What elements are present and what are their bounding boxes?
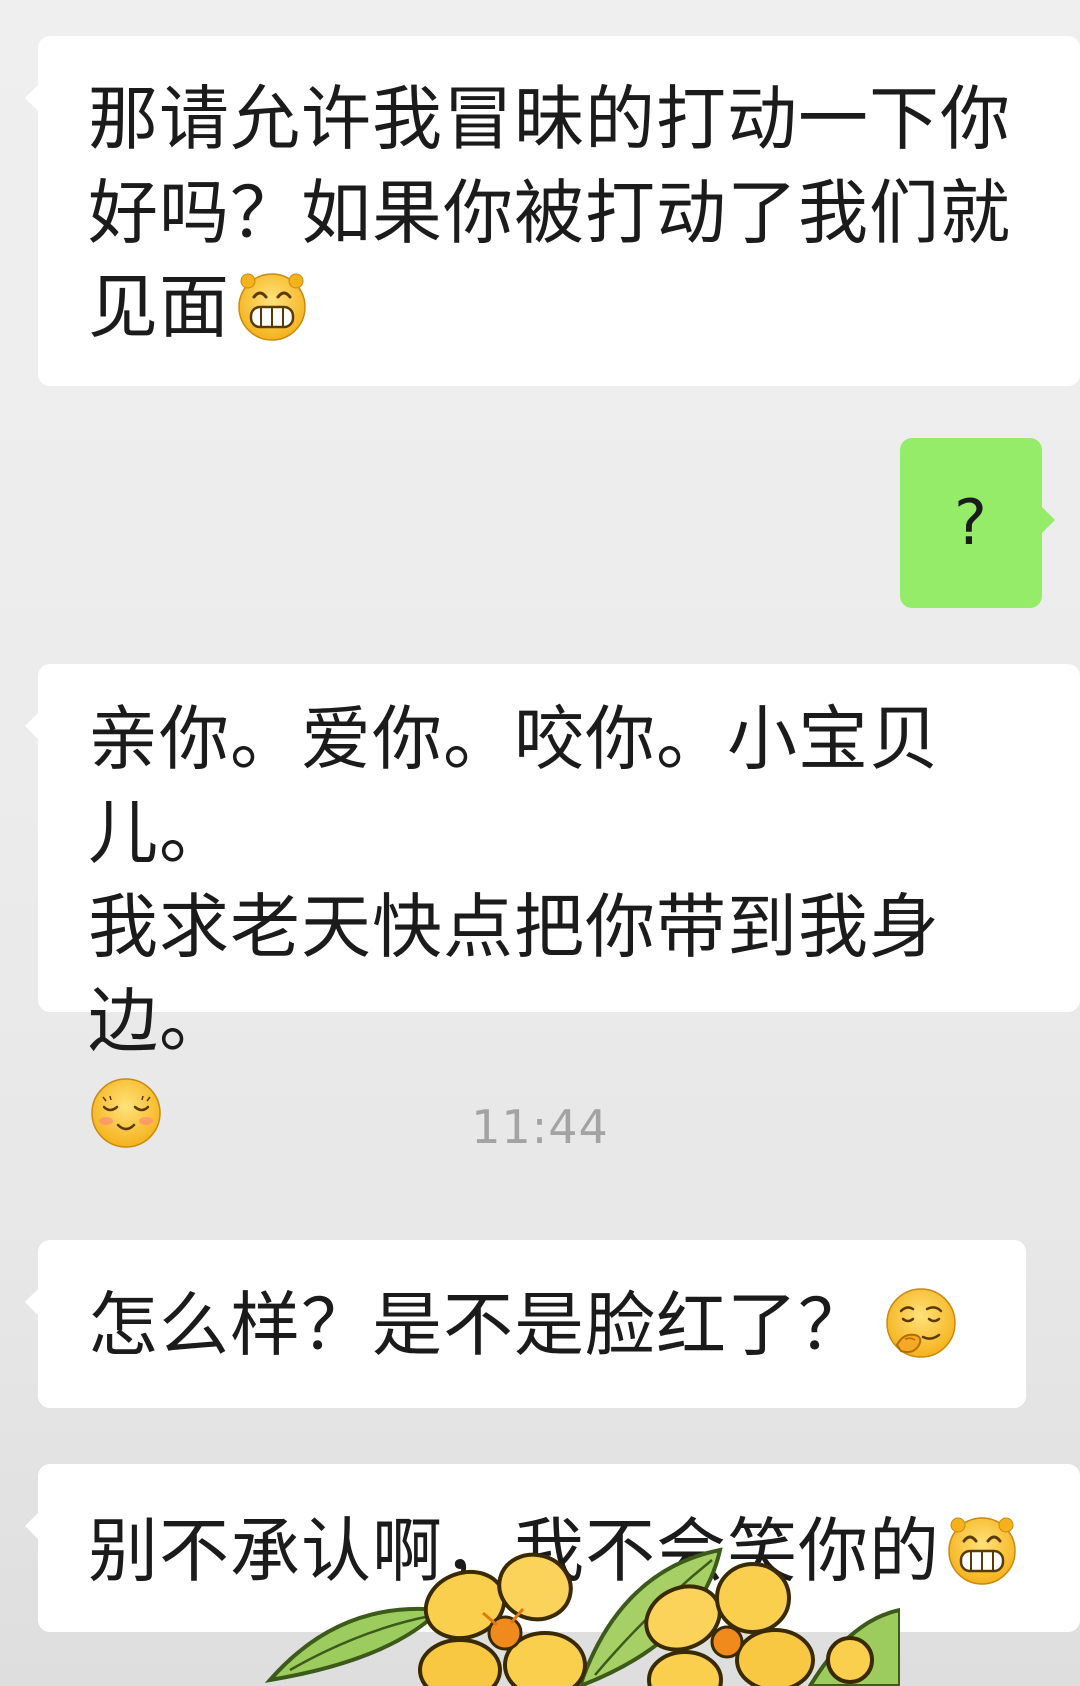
message-bubble-outgoing[interactable]: ? <box>900 438 1055 608</box>
message-bubble-incoming[interactable]: 那请允许我冒昧的打动一下你 好吗？如果你被打动了我们就 见面 <box>25 36 1080 386</box>
chat-area[interactable]: 那请允许我冒昧的打动一下你 好吗？如果你被打动了我们就 见面 ? 亲你。爱你。咬… <box>0 0 1080 1686</box>
message-text: 那请允许我冒昧的打动一下你 好吗？如果你被打动了我们就 见面 <box>88 72 1080 354</box>
message-bubble-incoming[interactable]: 怎么样？是不是脸红了？ <box>25 1240 1026 1408</box>
message-text: 亲你。爱你。咬你。小宝贝儿。 我求老天快点把你带到我身边。 <box>88 692 1080 1162</box>
message-line: 见面 <box>88 266 230 348</box>
message-line: 我求老天快点把你带到我身边。 <box>88 886 940 1062</box>
message-line: 亲你。爱你。咬你。小宝贝儿。 <box>88 698 940 874</box>
message-bubble-incoming[interactable]: 亲你。爱你。咬你。小宝贝儿。 我求老天快点把你带到我身边。 <box>25 664 1080 1148</box>
message-text: 怎么样？是不是脸红了？ <box>88 1278 1026 1372</box>
osmanthus-flower-sticker <box>250 1530 900 1686</box>
message-text: ? <box>954 486 988 559</box>
smirk-hand-face-icon <box>883 1285 959 1361</box>
timestamp: 11:44 <box>471 1100 609 1154</box>
message-line: 怎么样？是不是脸红了？ <box>88 1284 869 1366</box>
message-line: 那请允许我冒昧的打动一下你 <box>88 78 1011 160</box>
message-line: 好吗？如果你被打动了我们就 <box>88 172 1011 254</box>
grin-face-icon <box>944 1511 1020 1587</box>
grin-face-icon <box>234 267 310 343</box>
